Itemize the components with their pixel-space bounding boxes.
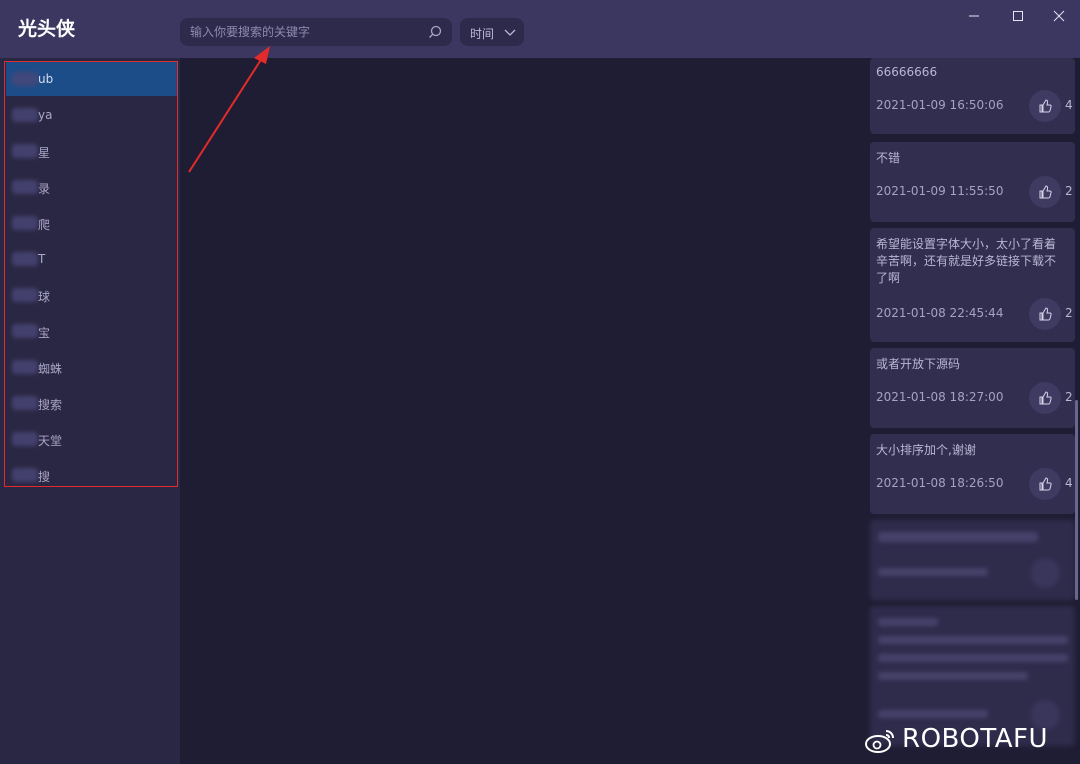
blurred-text: [12, 468, 38, 482]
sort-label: 时间: [470, 27, 495, 41]
sidebar-item[interactable]: 搜: [6, 458, 178, 492]
weibo-logo-icon: [865, 730, 894, 753]
watermark-text: ROBOTAFU: [902, 724, 1049, 754]
blurred-text: [12, 288, 38, 302]
like-count: 2: [1065, 306, 1073, 320]
like-button[interactable]: [1029, 90, 1061, 122]
sidebar-item-label: 球: [38, 290, 51, 304]
like-count: 4: [1065, 476, 1073, 490]
sidebar-item-label: 搜索: [38, 398, 63, 412]
main-content: [180, 58, 868, 764]
comment-card: 大小排序加个,谢谢 2021-01-08 18:26:50 4: [870, 434, 1075, 514]
comment-list: 66666666 2021-01-09 16:50:06 4 不错 2021-0…: [868, 58, 1080, 764]
comment-card: 或者开放下源码 2021-01-08 18:27:00 2: [870, 348, 1075, 428]
like-count: 4: [1065, 98, 1073, 112]
sidebar-item-label: 搜: [38, 470, 51, 484]
sidebar-item[interactable]: 球: [6, 278, 178, 312]
scrollbar[interactable]: [1075, 400, 1078, 600]
sidebar-item-label: 爬: [38, 218, 51, 232]
like-button[interactable]: [1029, 468, 1061, 500]
comment-time: 2021-01-08 18:26:50: [876, 476, 1004, 490]
sidebar-item-label: 蜘蛛: [38, 362, 63, 376]
comment-time: 2021-01-08 18:27:00: [876, 390, 1004, 404]
sidebar-item[interactable]: 宝: [6, 314, 178, 348]
comment-text: 66666666: [876, 65, 938, 79]
comment-card: 66666666 2021-01-09 16:50:06 4: [870, 58, 1075, 134]
blurred-text: [878, 654, 1068, 662]
sidebar-item[interactable]: ya: [6, 98, 178, 132]
thumbs-up-icon: [1039, 307, 1052, 321]
comment-time: 2021-01-09 16:50:06: [876, 98, 1004, 112]
sidebar-item[interactable]: 星: [6, 134, 178, 168]
sidebar-item-label: T: [38, 252, 46, 266]
sort-dropdown[interactable]: 时间: [460, 18, 524, 46]
like-button[interactable]: [1029, 382, 1061, 414]
sidebar-item[interactable]: 天堂: [6, 422, 178, 456]
sidebar-item[interactable]: 爬: [6, 206, 178, 240]
like-count: 2: [1065, 184, 1073, 198]
annotation-arrow-icon: [188, 46, 270, 173]
thumbs-up-icon: [1039, 185, 1052, 199]
blurred-text: [12, 360, 38, 374]
minimize-icon[interactable]: [966, 8, 982, 24]
blurred-text: [12, 108, 38, 122]
blurred-text: [12, 252, 38, 266]
comment-time: 2021-01-09 11:55:50: [876, 184, 1004, 198]
thumbs-up-icon: [1039, 477, 1052, 491]
sidebar-item[interactable]: ub: [6, 62, 178, 96]
comment-text: 大小排序加个,谢谢: [876, 443, 976, 457]
sidebar-item-label: 宝: [38, 326, 51, 340]
sidebar-item[interactable]: 录: [6, 170, 178, 204]
blurred-text: [878, 672, 1028, 680]
blurred-text: [878, 532, 1038, 542]
sidebar-item[interactable]: 搜索: [6, 386, 178, 420]
close-icon[interactable]: [1051, 8, 1067, 24]
blurred-text: [12, 72, 38, 86]
like-count: 2: [1065, 390, 1073, 404]
blurred-text: [878, 618, 938, 626]
title-bar: 光头侠 时间: [0, 0, 1080, 58]
blurred-text: [12, 216, 38, 230]
blurred-text: [12, 396, 38, 410]
sidebar: ub ya 星 录 爬 T 球 宝 蜘蛛 搜索 天堂 搜: [0, 58, 180, 764]
sidebar-item-label: 录: [38, 182, 51, 196]
comment-card: 希望能设置字体大小，太小了看着辛苦啊，还有就是好多链接下载不了啊 2021-01…: [870, 228, 1075, 342]
like-button[interactable]: [1030, 558, 1060, 588]
chevron-down-icon: [504, 29, 516, 36]
sidebar-item-label: 天堂: [38, 434, 63, 448]
comment-card: 不错 2021-01-09 11:55:50 2: [870, 142, 1075, 222]
thumbs-up-icon: [1039, 391, 1052, 405]
comment-text: 希望能设置字体大小，太小了看着辛苦啊，还有就是好多链接下载不了啊: [876, 237, 1057, 285]
sidebar-item-label: ub: [38, 72, 54, 86]
blurred-text: [12, 324, 38, 338]
sidebar-item-label: 星: [38, 146, 51, 160]
thumbs-up-icon: [1039, 99, 1052, 113]
blurred-text: [12, 432, 38, 446]
blurred-text: [12, 144, 38, 158]
comment-text: 或者开放下源码: [876, 357, 961, 371]
search-icon[interactable]: [428, 25, 442, 39]
sidebar-item[interactable]: 蜘蛛: [6, 350, 178, 384]
comment-time: 2021-01-08 22:45:44: [876, 306, 1004, 320]
sidebar-item-label: ya: [38, 108, 53, 122]
comment-text: 不错: [876, 151, 901, 165]
app-title: 光头侠: [18, 18, 76, 40]
like-button[interactable]: [1029, 298, 1061, 330]
comment-card-blurred: [870, 520, 1075, 600]
blurred-text: [878, 568, 988, 576]
blurred-text: [878, 636, 1068, 644]
blurred-text: [878, 710, 988, 718]
sidebar-item[interactable]: T: [6, 242, 178, 276]
blurred-text: [12, 180, 38, 194]
maximize-icon[interactable]: [1010, 8, 1026, 24]
like-button[interactable]: [1029, 176, 1061, 208]
